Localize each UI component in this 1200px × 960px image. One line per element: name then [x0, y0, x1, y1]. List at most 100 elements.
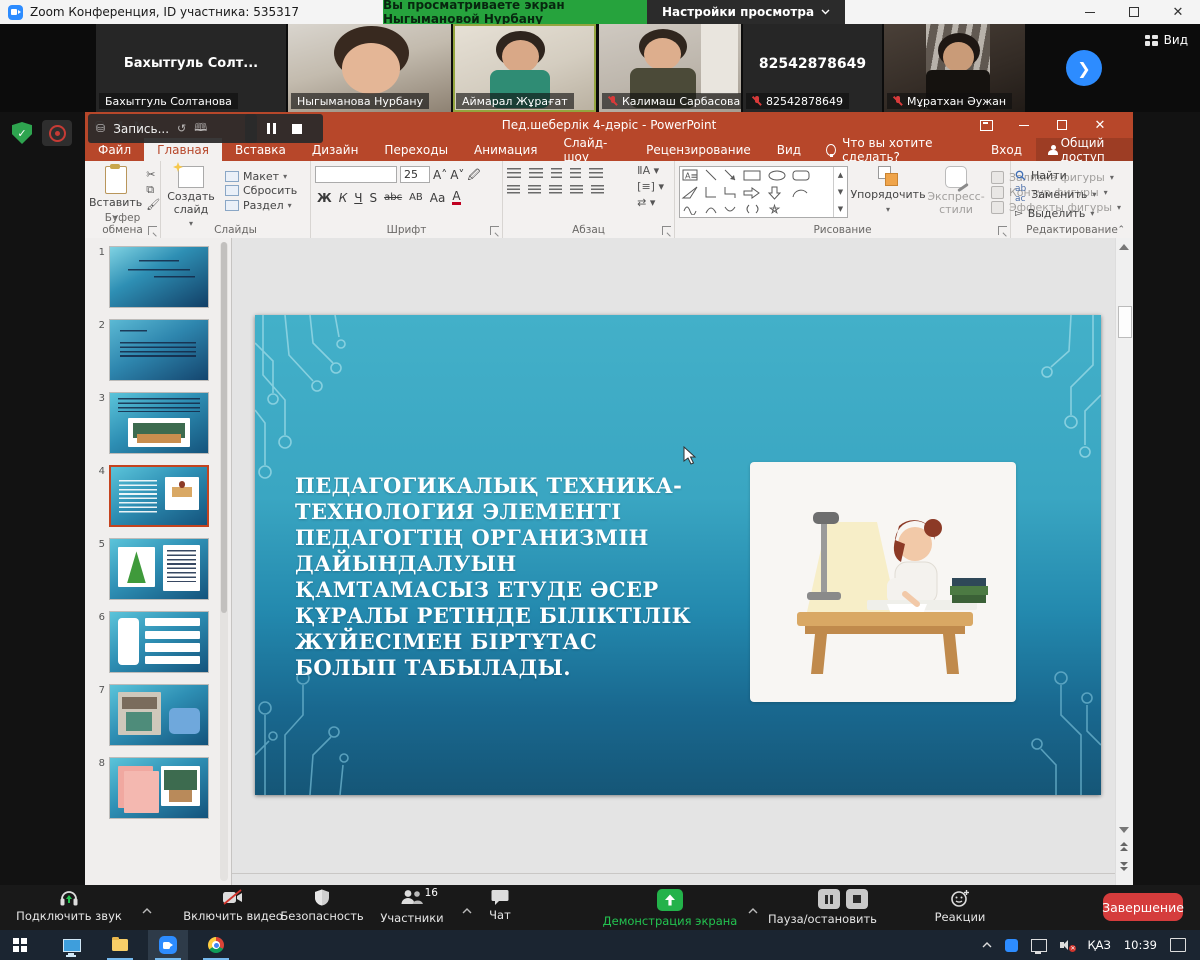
bold-button[interactable]: Ж	[317, 192, 332, 204]
taskbar-this-pc[interactable]	[52, 930, 92, 960]
participant-tile[interactable]: Мұратхан Әужан	[884, 24, 1025, 112]
select-button[interactable]: ▻ Выделить▾	[1015, 207, 1129, 220]
share-button[interactable]: Общий доступ	[1036, 138, 1133, 161]
shapes-gallery[interactable]: A≡	[679, 166, 848, 218]
join-audio-button[interactable]: Подключить звук	[10, 889, 128, 923]
slide-2-thumbnail[interactable]	[109, 319, 209, 381]
security-button[interactable]: Безопасность	[278, 889, 366, 923]
zoom-restore-button[interactable]	[1112, 0, 1156, 24]
slide-4-thumbnail-selected[interactable]	[109, 465, 209, 527]
font-color-button[interactable]: А	[452, 190, 460, 205]
tray-expand-chevron[interactable]	[982, 940, 992, 951]
character-spacing-button[interactable]: АВ	[409, 193, 423, 203]
grow-font-button[interactable]: А˄	[433, 169, 447, 181]
taskbar-zoom-app[interactable]	[148, 930, 188, 960]
end-meeting-button[interactable]: Завершение	[1103, 893, 1183, 921]
slide-thumbnail-item[interactable]: 2	[91, 319, 231, 381]
stop-recording-icon[interactable]	[846, 889, 868, 909]
copy-button[interactable]: ⧉	[146, 184, 154, 195]
scroll-up-icon[interactable]: ▲	[834, 167, 847, 184]
section-button[interactable]: Раздел▾	[225, 199, 297, 212]
network-icon[interactable]	[1031, 939, 1047, 952]
line-spacing-button[interactable]	[589, 168, 603, 179]
tab-review[interactable]: Рецензирование	[633, 138, 764, 161]
chat-button[interactable]: Чат	[478, 889, 522, 922]
sign-in-button[interactable]: Вход	[977, 138, 1036, 161]
slide-thumbnail-item[interactable]: 6	[91, 611, 231, 673]
slide-3-thumbnail[interactable]	[109, 392, 209, 454]
ribbon-display-options-button[interactable]	[967, 113, 1005, 137]
shrink-font-button[interactable]: А˅	[450, 169, 464, 181]
text-shadow-button[interactable]: S	[369, 192, 377, 204]
slide-8-thumbnail[interactable]	[109, 757, 209, 819]
slide-7-thumbnail[interactable]	[109, 684, 209, 746]
align-text-button[interactable]: [≡] ▾	[637, 181, 664, 192]
quick-styles-button[interactable]: Экспресс-стили	[928, 166, 984, 216]
numbering-button[interactable]	[529, 168, 543, 179]
shapes-gallery-scrollbar[interactable]: ▲ ▼ ▼	[833, 167, 847, 217]
scroll-down-icon[interactable]	[1119, 827, 1129, 833]
participant-tile-active-speaker[interactable]: Аймарал Жұрағат	[453, 24, 596, 112]
previous-slide-button[interactable]	[1120, 842, 1128, 851]
participant-tile[interactable]: 82542878649 82542878649	[743, 24, 882, 112]
slide-illustration[interactable]	[750, 462, 1016, 702]
language-indicator[interactable]: ҚАЗ	[1087, 938, 1110, 952]
scrollbar-thumb[interactable]	[1118, 306, 1132, 338]
tab-animations[interactable]: Анимация	[461, 138, 550, 161]
reset-button[interactable]: Сбросить	[225, 184, 297, 197]
collapse-ribbon-button[interactable]: ⌃	[1117, 225, 1125, 235]
underline-button[interactable]: Ч	[354, 192, 362, 204]
next-slide-button[interactable]	[1120, 862, 1128, 871]
new-slide-button[interactable]: Создать слайд ▾	[165, 166, 217, 228]
columns-button[interactable]	[591, 185, 604, 195]
action-center-icon[interactable]	[1170, 938, 1186, 952]
align-center-button[interactable]	[528, 185, 541, 195]
zoom-minimize-button[interactable]	[1068, 0, 1112, 24]
align-left-button[interactable]	[507, 185, 520, 195]
participants-chevron[interactable]	[462, 899, 472, 918]
current-slide[interactable]: ПЕДАГОГИКАЛЫҚ ТЕХНИКА- ТЕХНОЛОГИЯ ЭЛЕМЕН…	[255, 315, 1101, 795]
bullets-button[interactable]	[507, 168, 521, 179]
arrange-button[interactable]: Упорядочить ▾	[855, 166, 921, 214]
participant-tile[interactable]: Ныгыманова Нурбану	[288, 24, 451, 112]
format-painter-button[interactable]: 🖌	[146, 199, 160, 210]
slide-editing-canvas[interactable]: ПЕДАГОГИКАЛЫҚ ТЕХНИКА- ТЕХНОЛОГИЯ ЭЛЕМЕН…	[232, 238, 1133, 885]
slide-body-text[interactable]: ПЕДАГОГИКАЛЫҚ ТЕХНИКА- ТЕХНОЛОГИЯ ЭЛЕМЕН…	[295, 473, 775, 681]
strikethrough-button[interactable]: abc	[384, 193, 402, 203]
slide-5-thumbnail[interactable]	[109, 538, 209, 600]
ppt-close-button[interactable]: ✕	[1081, 113, 1119, 137]
participants-button[interactable]: 16 Участники	[372, 889, 452, 925]
zoom-close-button[interactable]: ✕	[1156, 0, 1200, 24]
taskbar-chrome[interactable]	[196, 930, 236, 960]
scroll-down-icon[interactable]: ▼	[834, 184, 847, 201]
clear-formatting-button[interactable]: 🖉	[467, 169, 480, 181]
stop-recording-button[interactable]	[292, 124, 302, 134]
next-participants-button[interactable]: ❯	[1066, 50, 1102, 86]
justify-button[interactable]	[570, 185, 583, 195]
audio-options-chevron[interactable]	[142, 899, 152, 918]
volume-muted-icon[interactable]: ✕	[1060, 939, 1074, 951]
slide-thumbnail-item[interactable]: 5	[91, 538, 231, 600]
increase-indent-button[interactable]	[570, 168, 581, 179]
slide-thumbnail-item[interactable]: 8	[91, 757, 231, 819]
slide-thumbnail-item[interactable]: 3	[91, 392, 231, 454]
notes-splitter[interactable]	[232, 873, 1116, 874]
cut-button[interactable]: ✂	[146, 169, 155, 180]
tray-zoom-icon[interactable]	[1005, 939, 1018, 952]
layout-button[interactable]: Макет▾	[225, 170, 297, 183]
tab-transitions[interactable]: Переходы	[371, 138, 461, 161]
tab-slideshow[interactable]: Слайд-шоу	[551, 138, 634, 161]
pause-recording-button[interactable]	[267, 123, 276, 134]
share-options-chevron[interactable]	[748, 899, 758, 918]
slide-thumbnail-item[interactable]: 1	[91, 246, 231, 308]
slide-1-thumbnail[interactable]	[109, 246, 209, 308]
find-button[interactable]: Найти	[1015, 169, 1129, 182]
tell-me-search[interactable]: Что вы хотите сделать?	[814, 138, 977, 161]
clock[interactable]: 10:39	[1124, 938, 1157, 952]
italic-button[interactable]: К	[339, 192, 348, 204]
start-button[interactable]	[0, 930, 40, 960]
font-name-input[interactable]	[315, 166, 397, 183]
reactions-button[interactable]: Реакции	[930, 889, 990, 924]
ppt-restore-button[interactable]	[1043, 113, 1081, 137]
thumbnail-panel-scrollbar[interactable]	[220, 242, 228, 881]
